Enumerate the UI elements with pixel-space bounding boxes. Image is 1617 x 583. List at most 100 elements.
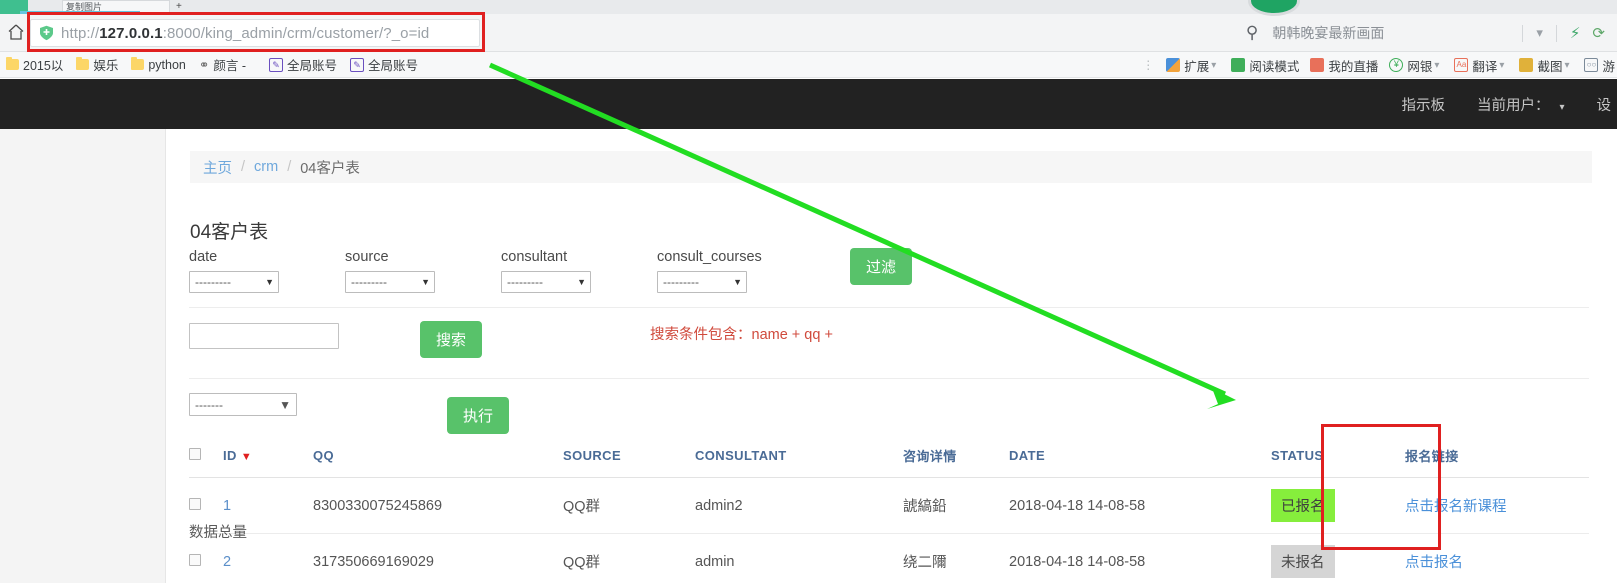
divider [189, 378, 1589, 379]
cell-consultant: admin [695, 533, 903, 583]
cell-date: 2018-04-18 14-08-58 [1009, 533, 1271, 583]
chevron-down-icon[interactable]: ▾ [1499, 60, 1504, 71]
search-hint-prefix: 搜索条件包含： [650, 327, 752, 343]
enroll-link[interactable]: 点击报名 [1405, 555, 1463, 571]
header-id-label: ID [223, 448, 237, 463]
row-checkbox[interactable] [189, 553, 201, 566]
sort-desc-icon: ▼ [240, 451, 253, 463]
toolbar-item-bank[interactable]: ¥ 网银 ▾ [1389, 56, 1443, 75]
toolbar-label: 扩展 [1184, 59, 1210, 74]
header-id[interactable]: ID ▼ [223, 436, 313, 478]
filter-consultant: consultant --------- ▼ [501, 249, 591, 293]
action-bar: ------- ▼ [189, 393, 297, 416]
bookmark-label: 颜言 - [213, 59, 246, 73]
filter-date-value: --------- [195, 275, 231, 289]
url-bar[interactable]: http://127.0.0.1:8000/king_admin/crm/cus… [30, 19, 480, 47]
filter-source-value: --------- [351, 275, 387, 289]
breadcrumb-home[interactable]: 主页 [203, 157, 232, 178]
bookmark-bar-right: ⋮ 扩展 ▾ 阅读模式 我的直播 ¥ 网银 ▾ Aa 翻译 ▾ 截图 ▾ ○○ … [1142, 52, 1617, 78]
id-link[interactable]: 2 [223, 554, 231, 570]
chevron-down-icon: ▼ [421, 277, 430, 287]
cell-qq: 317350669169029 [313, 533, 563, 583]
breadcrumb-app[interactable]: crm [254, 159, 278, 175]
browser-tab-strip: 复制图片 + [0, 0, 1617, 14]
chevron-down-icon[interactable]: ▾ [1211, 60, 1216, 71]
nav-settings[interactable]: 设 [1597, 94, 1612, 115]
cell-qq: 8300330075245869 [313, 477, 563, 534]
nav-dashboard[interactable]: 指示板 [1401, 94, 1445, 115]
search-hint-fields: name + qq + [751, 327, 833, 343]
toolbar-item-extensions[interactable]: 扩展 ▾ [1166, 56, 1220, 75]
chevron-down-icon: ▼ [733, 277, 742, 287]
person-icon: ⚭ [198, 58, 210, 72]
toolbar-item-read-mode[interactable]: 阅读模式 [1231, 56, 1299, 75]
new-tab-button[interactable]: + [176, 1, 182, 12]
action-select-value: ------- [195, 397, 223, 412]
navbar-menu: 指示板 当前用户： ▾ 设 [1401, 79, 1617, 129]
bookmark-item[interactable]: ✎ 全局账号 [350, 55, 418, 74]
filter-button[interactable]: 过滤 [850, 248, 913, 285]
overflow-dots-icon[interactable]: ⋮ [1142, 58, 1155, 72]
bookmark-item[interactable]: 2015以 [6, 55, 63, 74]
folder-icon [76, 57, 90, 70]
app-navbar: 指示板 当前用户： ▾ 设 [0, 79, 1617, 129]
bookmark-item[interactable]: ⚭ 颜言 - [199, 55, 246, 74]
search-button[interactable]: 搜索 [420, 321, 483, 358]
chevron-down-icon[interactable]: ▾ [1536, 25, 1543, 41]
toolbar-item-game[interactable]: ○○ 游 [1584, 56, 1615, 75]
sync-icon[interactable]: ⟳ [1592, 24, 1605, 42]
toolbar-label: 阅读模式 [1249, 59, 1300, 74]
filter-label: date [189, 249, 218, 265]
bolt-icon[interactable]: ⚡ [1570, 24, 1581, 42]
bookmark-label: 全局账号 [286, 59, 337, 73]
bookmark-label: python [148, 57, 186, 72]
chevron-down-icon[interactable]: ▾ [1564, 60, 1569, 71]
camera-icon [1519, 58, 1534, 72]
search-icon[interactable]: ⚲ [1246, 23, 1258, 43]
action-select[interactable]: ------- ▼ [189, 393, 297, 416]
toolbar-label: 我的直播 [1328, 59, 1379, 74]
header-detail[interactable]: 咨询详情 [903, 436, 1009, 478]
breadcrumb-current: 04客户表 [300, 160, 360, 177]
nav-current-user[interactable]: 当前用户： ▾ [1477, 94, 1565, 115]
filter-consult-courses-select[interactable]: --------- ▼ [657, 271, 747, 293]
nav-current-user-label: 当前用户： [1476, 97, 1550, 114]
chevron-down-icon: ▾ [1559, 101, 1565, 113]
filter-source-select[interactable]: --------- ▼ [345, 271, 435, 293]
header-qq[interactable]: QQ [313, 436, 563, 478]
bookmark-item[interactable]: ✎ 全局账号 [268, 55, 337, 74]
divider [1522, 24, 1524, 42]
header-date[interactable]: DATE [1009, 436, 1271, 478]
bookmark-item[interactable]: python [131, 57, 186, 72]
execute-button[interactable]: 执行 [447, 397, 510, 434]
chevron-down-icon[interactable]: ▾ [1434, 60, 1439, 71]
select-all-checkbox[interactable] [189, 448, 201, 460]
filter-consultant-select[interactable]: --------- ▼ [501, 271, 591, 293]
toolbar-item-screenshot[interactable]: 截图 ▾ [1519, 56, 1573, 75]
search-input[interactable] [189, 323, 339, 349]
search-hint: 搜索条件包含：name + qq + [650, 323, 833, 344]
id-link[interactable]: 1 [223, 498, 231, 514]
toolbar-item-live[interactable]: 我的直播 [1310, 56, 1378, 75]
browser-search-input[interactable]: 朝韩晚宴最新画面 [1272, 23, 1522, 43]
divider [189, 307, 1589, 308]
breadcrumb-separator: / [241, 159, 246, 175]
row-checkbox[interactable] [189, 497, 201, 510]
divider [1555, 24, 1557, 42]
home-icon[interactable] [6, 22, 26, 42]
header-source[interactable]: SOURCE [563, 436, 695, 478]
bookmark-item[interactable]: 娱乐 [76, 55, 118, 74]
omnibar-right-controls: ⚲ 朝韩晚宴最新画面 ▾ ⚡ ⟳ [1246, 14, 1617, 52]
footer-total-label: 数据总量 [189, 525, 247, 541]
filter-consult-courses-value: --------- [663, 275, 699, 289]
breadcrumb: 主页 / crm / 04客户表 [190, 151, 1592, 183]
page-title: 04客户表 [190, 222, 269, 243]
status-column-highlight-box [1321, 424, 1441, 550]
search-bar [189, 323, 339, 349]
app-sidebar [0, 129, 166, 583]
filter-date-select[interactable]: --------- ▼ [189, 271, 279, 293]
header-consultant[interactable]: CONSULTANT [695, 436, 903, 478]
toolbar-item-translate[interactable]: Aa 翻译 ▾ [1454, 56, 1508, 75]
screenshot-root: 复制图片 + http://127.0.0.1:8000/king_admin/… [0, 0, 1617, 583]
translate-icon: Aa [1454, 58, 1469, 72]
